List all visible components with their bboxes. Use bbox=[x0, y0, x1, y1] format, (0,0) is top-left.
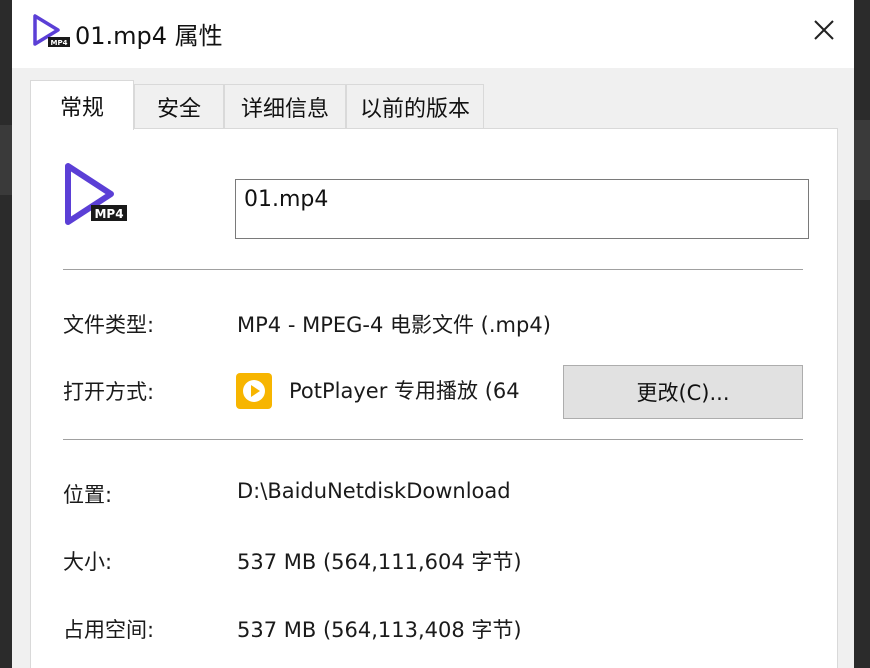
location-value: D:\BaiduNetdiskDownload bbox=[237, 479, 511, 503]
title-bar: MP4 01.mp4 属性 bbox=[12, 0, 854, 68]
mp4-file-icon: MP4 bbox=[65, 163, 127, 225]
potplayer-icon bbox=[236, 373, 272, 409]
file-type-value: MP4 - MPEG-4 电影文件 (.mp4) bbox=[237, 313, 551, 337]
file-name-input[interactable] bbox=[235, 179, 809, 239]
general-tab-panel: MP4 文件类型: MP4 - MPEG-4 电影文件 (.mp4) 打开方式:… bbox=[30, 128, 838, 668]
tab-general[interactable]: 常规 bbox=[30, 80, 134, 130]
separator bbox=[63, 269, 803, 270]
size-value: 537 MB (564,111,604 字节) bbox=[237, 550, 522, 574]
close-button[interactable] bbox=[802, 8, 846, 52]
play-icon bbox=[243, 380, 265, 402]
location-label: 位置: bbox=[63, 483, 113, 507]
separator bbox=[63, 439, 803, 440]
open-with-app-name: PotPlayer 专用播放 (64 bbox=[289, 379, 520, 403]
tab-bar: 常规 安全 详细信息 以前的版本 bbox=[12, 80, 854, 130]
close-icon bbox=[814, 20, 834, 40]
size-on-disk-value: 537 MB (564,113,408 字节) bbox=[237, 618, 522, 642]
file-type-label: 文件类型: bbox=[63, 313, 155, 337]
tab-details[interactable]: 详细信息 bbox=[224, 84, 346, 128]
tab-security[interactable]: 安全 bbox=[134, 84, 224, 128]
background-window-strip-left bbox=[0, 125, 12, 195]
open-with-label: 打开方式: bbox=[63, 380, 155, 404]
title-icon-badge: MP4 bbox=[51, 39, 68, 47]
size-label: 大小: bbox=[63, 550, 113, 574]
mp4-file-icon: MP4 bbox=[33, 14, 70, 47]
tab-previous-versions[interactable]: 以前的版本 bbox=[346, 84, 484, 128]
properties-dialog: MP4 01.mp4 属性 常规 安全 详细信息 以前的版本 MP4 文件类型:… bbox=[12, 0, 854, 668]
file-icon-badge: MP4 bbox=[94, 207, 123, 221]
size-on-disk-label: 占用空间: bbox=[63, 618, 155, 642]
change-button[interactable]: 更改(C)... bbox=[563, 365, 803, 419]
window-title: 01.mp4 属性 bbox=[75, 22, 223, 50]
